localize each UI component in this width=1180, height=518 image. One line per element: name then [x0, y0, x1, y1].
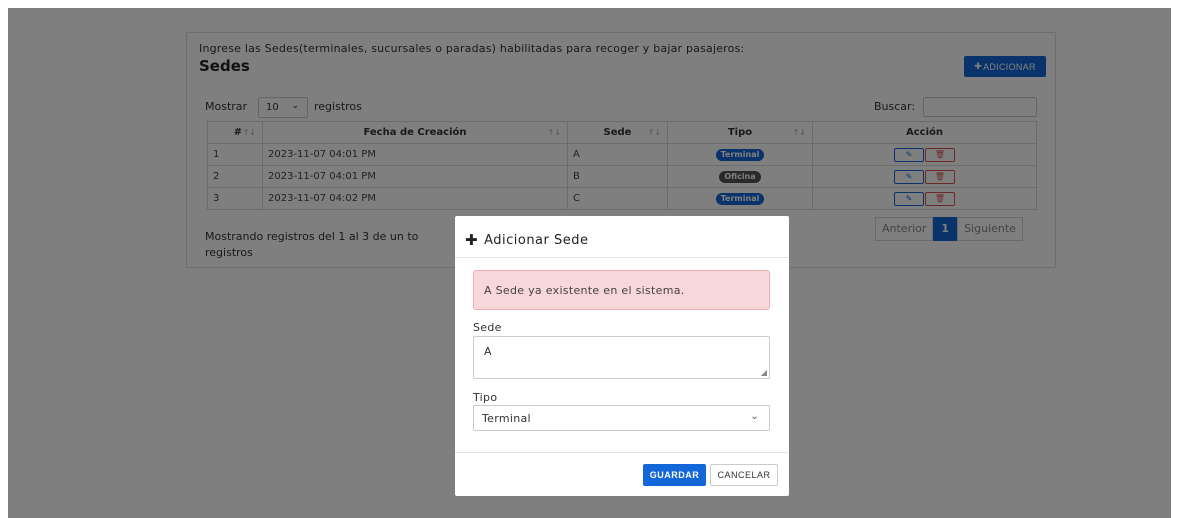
cancel-button[interactable]: CANCELAR: [710, 464, 778, 486]
add-sede-modal: ✚ Adicionar Sede A Sede ya existente en …: [455, 216, 789, 496]
sede-label: Sede: [473, 321, 502, 334]
sede-value: A: [484, 345, 492, 358]
error-alert: A Sede ya existente en el sistema.: [473, 270, 770, 310]
tipo-value: Terminal: [482, 412, 531, 425]
modal-title: ✚ Adicionar Sede: [465, 231, 589, 249]
save-button[interactable]: GUARDAR: [643, 464, 706, 486]
app-viewport: Ingrese las Sedes(terminales, sucursales…: [8, 8, 1171, 518]
tipo-label: Tipo: [473, 391, 498, 404]
resize-handle-icon[interactable]: ◢: [761, 368, 767, 377]
modal-divider: [455, 452, 789, 453]
modal-title-text: Adicionar Sede: [484, 232, 589, 248]
modal-header: ✚ Adicionar Sede: [455, 216, 789, 258]
chevron-down-icon: ⌄: [750, 411, 759, 422]
plus-icon: ✚: [465, 231, 479, 249]
sede-textarea[interactable]: A ◢: [473, 336, 770, 379]
tipo-select[interactable]: Terminal ⌄: [473, 405, 770, 431]
